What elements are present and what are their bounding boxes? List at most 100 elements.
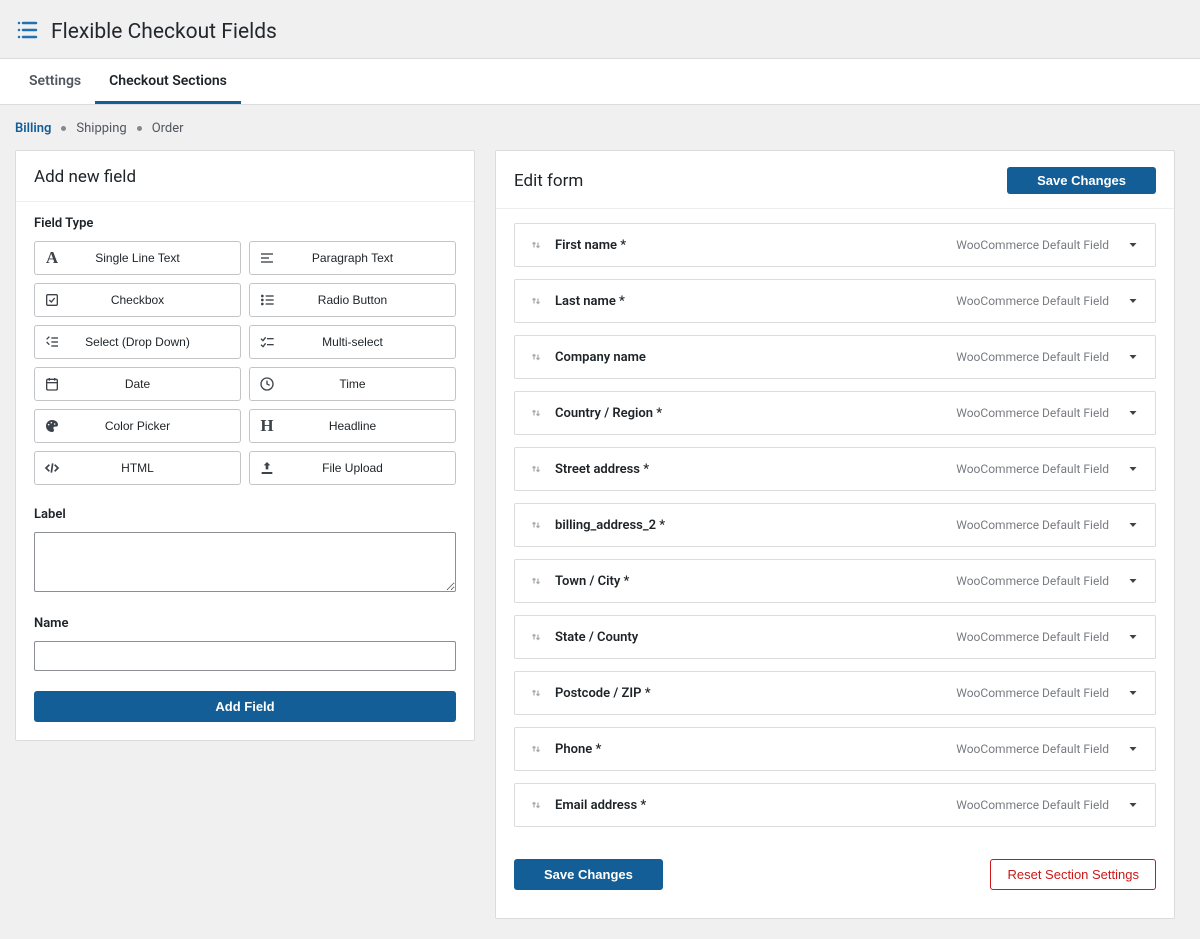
field-row[interactable]: Postcode / ZIP *WooCommerce Default Fiel… xyxy=(514,671,1156,715)
drag-handle-icon[interactable] xyxy=(527,406,545,420)
expand-toggle-icon[interactable] xyxy=(1123,291,1143,311)
expand-toggle-icon[interactable] xyxy=(1123,795,1143,815)
fieldtype-upload[interactable]: File Upload xyxy=(249,451,456,485)
fieldtype-paragraph-text[interactable]: Paragraph Text xyxy=(249,241,456,275)
upload-icon xyxy=(250,460,284,476)
field-row[interactable]: Street address *WooCommerce Default Fiel… xyxy=(514,447,1156,491)
label-input[interactable] xyxy=(34,532,456,592)
add-new-field-panel: Add new field Field Type A Single Line T… xyxy=(15,150,475,741)
fieldtype-checkbox[interactable]: Checkbox xyxy=(34,283,241,317)
field-row[interactable]: State / CountyWooCommerce Default Field xyxy=(514,615,1156,659)
subnav-sep-icon xyxy=(61,126,66,131)
radio-icon xyxy=(250,292,284,308)
name-input[interactable] xyxy=(34,641,456,671)
field-row-badge: WooCommerce Default Field xyxy=(956,742,1109,756)
expand-toggle-icon[interactable] xyxy=(1123,571,1143,591)
field-row-badge: WooCommerce Default Field xyxy=(956,294,1109,308)
fieldtype-date[interactable]: Date xyxy=(34,367,241,401)
fieldtype-radio[interactable]: Radio Button xyxy=(249,283,456,317)
fieldtype-label: File Upload xyxy=(284,461,455,475)
field-row[interactable]: First name *WooCommerce Default Field xyxy=(514,223,1156,267)
add-field-button[interactable]: Add Field xyxy=(34,691,456,722)
page-title: Flexible Checkout Fields xyxy=(51,20,277,44)
field-row-badge: WooCommerce Default Field xyxy=(956,574,1109,588)
field-row-badge: WooCommerce Default Field xyxy=(956,238,1109,252)
fieldtype-multiselect[interactable]: Multi-select xyxy=(249,325,456,359)
drag-handle-icon[interactable] xyxy=(527,574,545,588)
drag-handle-icon[interactable] xyxy=(527,518,545,532)
field-row-label: Postcode / ZIP * xyxy=(545,686,956,701)
field-row-badge: WooCommerce Default Field xyxy=(956,630,1109,644)
date-icon xyxy=(35,376,69,392)
text-icon: A xyxy=(35,248,69,268)
fieldtype-headline[interactable]: H Headline xyxy=(249,409,456,443)
select-icon xyxy=(35,334,69,350)
expand-toggle-icon[interactable] xyxy=(1123,403,1143,423)
drag-handle-icon[interactable] xyxy=(527,294,545,308)
tab-settings[interactable]: Settings xyxy=(15,59,95,104)
field-row[interactable]: Town / City *WooCommerce Default Field xyxy=(514,559,1156,603)
fieldtype-html[interactable]: HTML xyxy=(34,451,241,485)
field-row-badge: WooCommerce Default Field xyxy=(956,350,1109,364)
app-logo-icon xyxy=(15,18,39,46)
multiselect-icon xyxy=(250,334,284,350)
field-row-badge: WooCommerce Default Field xyxy=(956,406,1109,420)
fieldtype-label: Checkbox xyxy=(69,293,240,307)
field-row-badge: WooCommerce Default Field xyxy=(956,686,1109,700)
fieldtype-label: Radio Button xyxy=(284,293,455,307)
expand-toggle-icon[interactable] xyxy=(1123,235,1143,255)
subnav-sep-icon xyxy=(137,126,142,131)
drag-handle-icon[interactable] xyxy=(527,686,545,700)
fieldtype-label: Single Line Text xyxy=(69,251,240,265)
field-row-label: Country / Region * xyxy=(545,406,956,421)
field-row[interactable]: Country / Region *WooCommerce Default Fi… xyxy=(514,391,1156,435)
fieldtype-single-line-text[interactable]: A Single Line Text xyxy=(34,241,241,275)
checkbox-icon xyxy=(35,292,69,308)
save-changes-top-button[interactable]: Save Changes xyxy=(1007,167,1156,194)
fieldtype-select[interactable]: Select (Drop Down) xyxy=(34,325,241,359)
label-field-label: Label xyxy=(34,507,456,522)
drag-handle-icon[interactable] xyxy=(527,742,545,756)
field-row[interactable]: billing_address_2 *WooCommerce Default F… xyxy=(514,503,1156,547)
fieldtype-label: Headline xyxy=(284,419,455,433)
subnav-shipping[interactable]: Shipping xyxy=(76,121,126,136)
fieldtype-time[interactable]: Time xyxy=(249,367,456,401)
reset-section-button[interactable]: Reset Section Settings xyxy=(990,859,1156,890)
expand-toggle-icon[interactable] xyxy=(1123,683,1143,703)
field-row-label: First name * xyxy=(545,238,956,253)
drag-handle-icon[interactable] xyxy=(527,462,545,476)
subnav: Billing Shipping Order xyxy=(0,117,1200,150)
expand-toggle-icon[interactable] xyxy=(1123,739,1143,759)
field-row-label: billing_address_2 * xyxy=(545,518,956,533)
expand-toggle-icon[interactable] xyxy=(1123,459,1143,479)
edit-form-panel: Edit form Save Changes First name *WooCo… xyxy=(495,150,1175,919)
field-row[interactable]: Email address *WooCommerce Default Field xyxy=(514,783,1156,827)
field-row-label: Company name xyxy=(545,350,956,365)
fieldtype-label: Multi-select xyxy=(284,335,455,349)
save-changes-bottom-button[interactable]: Save Changes xyxy=(514,859,663,890)
field-row-badge: WooCommerce Default Field xyxy=(956,462,1109,476)
name-field-label: Name xyxy=(34,616,456,631)
field-row[interactable]: Phone *WooCommerce Default Field xyxy=(514,727,1156,771)
subnav-billing[interactable]: Billing xyxy=(15,121,51,136)
expand-toggle-icon[interactable] xyxy=(1123,627,1143,647)
add-panel-title: Add new field xyxy=(34,167,136,187)
field-row-label: Email address * xyxy=(545,798,956,813)
field-row[interactable]: Company nameWooCommerce Default Field xyxy=(514,335,1156,379)
drag-handle-icon[interactable] xyxy=(527,238,545,252)
field-row-label: Last name * xyxy=(545,294,956,309)
fieldtype-label: Color Picker xyxy=(69,419,240,433)
fieldtype-label: Select (Drop Down) xyxy=(69,335,240,349)
drag-handle-icon[interactable] xyxy=(527,630,545,644)
subnav-order[interactable]: Order xyxy=(152,121,184,136)
drag-handle-icon[interactable] xyxy=(527,798,545,812)
expand-toggle-icon[interactable] xyxy=(1123,347,1143,367)
expand-toggle-icon[interactable] xyxy=(1123,515,1143,535)
fieldtype-label: HTML xyxy=(69,461,240,475)
headline-icon: H xyxy=(250,416,284,436)
fieldtype-color[interactable]: Color Picker xyxy=(34,409,241,443)
nav-tabs: Settings Checkout Sections xyxy=(0,58,1200,105)
drag-handle-icon[interactable] xyxy=(527,350,545,364)
field-row[interactable]: Last name *WooCommerce Default Field xyxy=(514,279,1156,323)
tab-checkout-sections[interactable]: Checkout Sections xyxy=(95,59,241,104)
